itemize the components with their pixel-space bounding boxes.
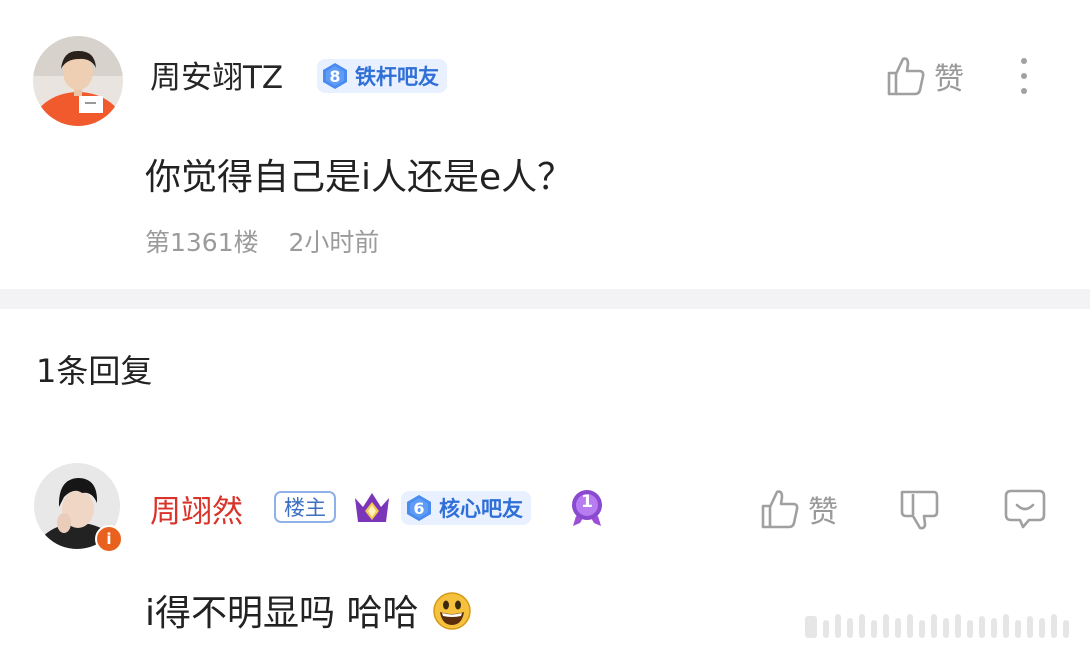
section-divider: [0, 289, 1090, 309]
post-username[interactable]: 周安翊TZ: [150, 52, 283, 97]
post-level-badge[interactable]: 8 铁杆吧友: [317, 59, 447, 93]
post-like-button[interactable]: 赞: [886, 54, 964, 98]
watermark-bars: [805, 614, 1069, 638]
smile-emoji-icon: [433, 592, 471, 630]
thumbs-down-icon[interactable]: [898, 488, 940, 536]
reply-text-content: i得不明显吗 哈哈: [145, 593, 419, 634]
thumbs-up-icon: [761, 490, 799, 529]
post-avatar[interactable]: [33, 36, 123, 126]
comment-icon[interactable]: [1003, 487, 1047, 535]
reply-username[interactable]: 周翊然: [150, 486, 243, 531]
post-level-title: 铁杆吧友: [355, 65, 439, 89]
post-text: 你觉得自己是i人还是e人？: [145, 157, 574, 198]
thumbs-up-icon: [887, 57, 925, 96]
level-gem-icon: 6: [405, 494, 433, 522]
reply-level-badge[interactable]: 6 核心吧友: [401, 491, 531, 525]
reply-text: i得不明显吗 哈哈: [145, 584, 472, 636]
post-like-label: 赞: [934, 62, 964, 97]
more-vertical-icon[interactable]: [1014, 58, 1034, 98]
reply-level-number: 6: [413, 498, 425, 518]
medal-icon: 1: [568, 488, 606, 528]
level-gem-icon: 8: [321, 62, 349, 90]
crown-icon: [352, 490, 392, 530]
reply-like-label: 赞: [808, 495, 838, 530]
reply-count: 1条回复: [36, 352, 153, 390]
owner-tag: 楼主: [274, 491, 336, 523]
post-level-number: 8: [329, 66, 341, 86]
reply-level-title: 核心吧友: [439, 497, 523, 521]
verified-icon: i: [95, 525, 123, 553]
medal-number: 1: [581, 492, 593, 512]
reply-like-button[interactable]: 赞: [760, 487, 838, 531]
post-floor: 第1361楼: [145, 228, 259, 257]
post-time: 2小时前: [288, 228, 380, 257]
post-meta: 第1361楼 2小时前: [145, 223, 379, 259]
